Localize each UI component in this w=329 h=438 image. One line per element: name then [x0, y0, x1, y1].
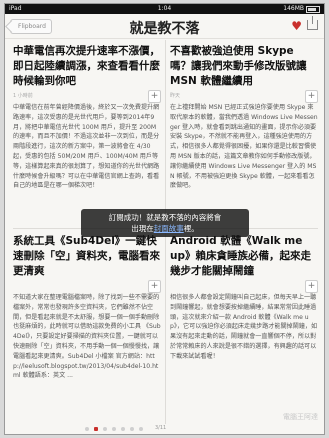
heart-icon[interactable]: ♥ [291, 19, 302, 33]
article-meta: + [170, 280, 318, 293]
page-title: 就是教不落 [129, 21, 200, 37]
article-card[interactable]: 中華電信再次提升速率不漲價，即日起陸續調漲，來查看看什麼時候輪到你吧 1 小時前… [13, 44, 161, 224]
page-dot[interactable] [139, 427, 143, 431]
page-indicator: 3/11 [5, 424, 324, 434]
status-time: 1:04 [157, 5, 172, 12]
status-right: 146MB [283, 4, 320, 14]
article-meta: 昨天 + [170, 90, 318, 103]
page-dot[interactable] [130, 427, 134, 431]
toast-line-2: 出現在封面故事裡。 [81, 223, 249, 234]
ipad-screen: iPad 1:04 146MB Flipboard 就是教不落 ♥ 中華電信再次… [4, 3, 325, 435]
toast-prefix: 出現在 [131, 224, 154, 233]
article-excerpt: 不知道大家在整理電腦檔案時，除了找到一些不需要的檔案外，常常也發現許多空資料夾，… [13, 294, 161, 380]
add-button[interactable]: + [305, 90, 318, 103]
watermark-logo: 電腦王阿達 [283, 413, 318, 421]
page-dot[interactable] [103, 427, 107, 431]
memory-label: 146MB [283, 5, 304, 12]
status-bar: iPad 1:04 146MB [5, 4, 324, 14]
page-dot[interactable] [112, 427, 116, 431]
cover-stories-link[interactable]: 封面故事 [154, 224, 184, 233]
battery-icon [306, 5, 320, 13]
article-title[interactable]: 不喜歡被強迫使用 Skype 嗎？讓我們來動手修改版號讓 MSN 軟體繼續用 [170, 44, 318, 89]
page-number: 3/11 [155, 425, 167, 431]
article-card[interactable]: 不喜歡被強迫使用 Skype 嗎？讓我們來動手修改版號讓 MSN 軟體繼續用 昨… [170, 44, 318, 224]
article-time: 昨天 [170, 93, 181, 99]
article-card[interactable]: Android 軟體《Walk me up》賴床貪睡族必備，起來走幾步才能關掉鬧… [170, 234, 318, 420]
article-meta: + [13, 280, 161, 293]
article-title[interactable]: 中華電信再次提升速率不漲價，即日起陸續調漲，來查看看什麼時候輪到你吧 [13, 44, 161, 89]
subscribe-toast[interactable]: 訂閱成功！就是教不落的內容將會 出現在封面故事裡。 [81, 209, 249, 237]
page-dot[interactable] [94, 427, 98, 431]
add-button[interactable]: + [305, 280, 318, 293]
add-button[interactable]: + [148, 280, 161, 293]
article-title[interactable]: 系統工具《Sub4Del》一鍵快速刪除「空」資料夾，電腦看來更清爽 [13, 234, 161, 279]
article-title[interactable]: Android 軟體《Walk me up》賴床貪睡族必備，起來走幾步才能關掉鬧… [170, 234, 318, 279]
add-button[interactable]: + [148, 90, 161, 103]
article-card[interactable]: 系統工具《Sub4Del》一鍵快速刪除「空」資料夾，電腦看來更清爽 + 不知道大… [13, 234, 161, 420]
title-bar: Flipboard 就是教不落 ♥ [5, 14, 324, 39]
toast-suffix: 裡。 [183, 224, 199, 233]
share-icon[interactable] [307, 16, 318, 30]
article-excerpt: 在上禮拜開始 MSN 已經正式強迫你要使用 Skype 來取代原本的軟體，當我們… [170, 104, 318, 190]
page-dot[interactable] [85, 427, 89, 431]
page-dots[interactable] [85, 427, 143, 431]
article-excerpt: 中華電信在前年曾經降價過後，終於又一次免費提升網路速率，這次受惠的是光世代用戶，… [13, 104, 160, 190]
toast-line-1: 訂閱成功！就是教不落的內容將會 [108, 213, 222, 222]
article-time: 1 小時前 [13, 93, 33, 99]
article-meta: 1 小時前 + [13, 90, 161, 103]
article-excerpt: 相信很多人都會設定鬧鐘叫自己起床，但每天早上一聽到鬧鐘響起，就會想要按掉繼續睡，… [170, 294, 318, 360]
page-dot[interactable] [121, 427, 125, 431]
